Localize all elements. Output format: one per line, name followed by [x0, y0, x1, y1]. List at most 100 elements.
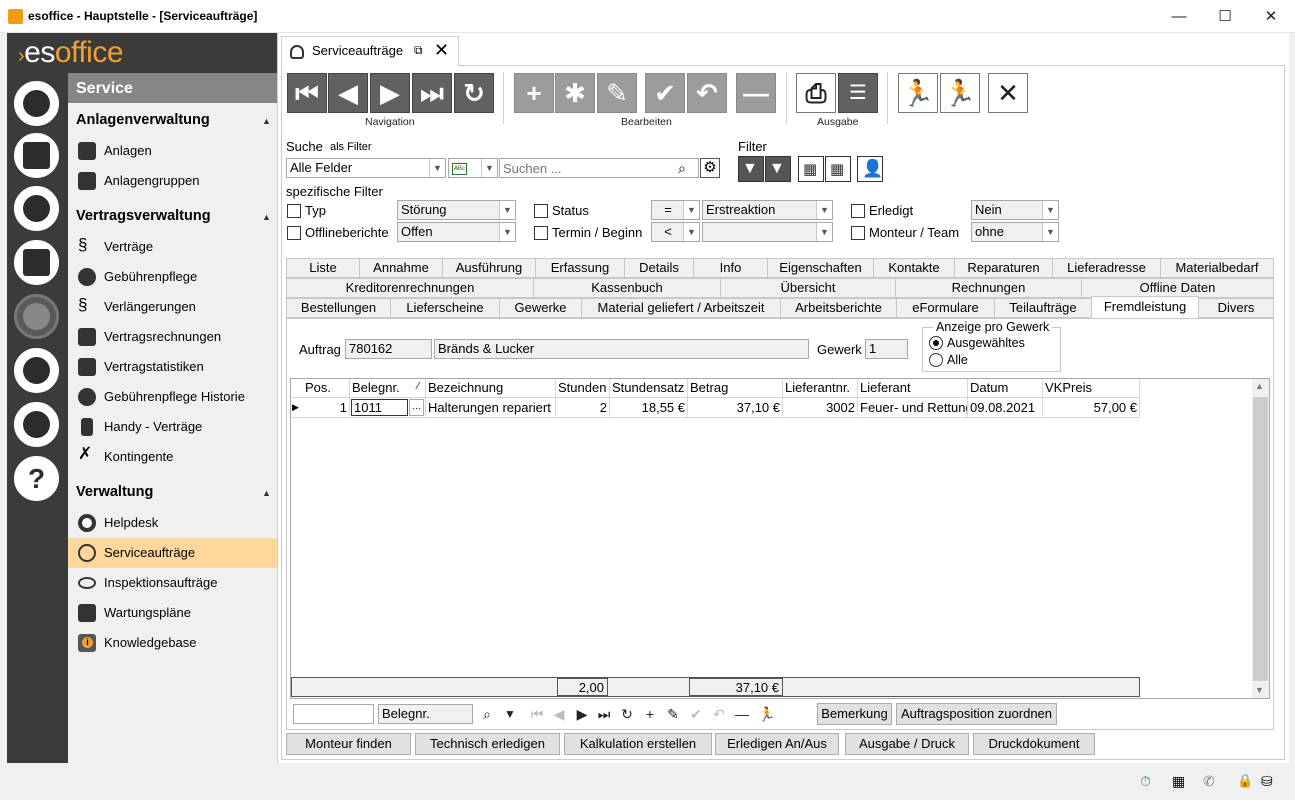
print-button[interactable]: ⎙ — [796, 73, 836, 113]
sidebar-item-vertragstatistiken[interactable]: Vertragstatistiken — [68, 352, 277, 382]
save-button[interactable]: ✔ — [645, 73, 685, 113]
popout-icon[interactable]: ⧉ — [414, 43, 423, 58]
belegnr-editor[interactable]: 1011 — [351, 399, 408, 416]
as-filter-link[interactable]: als Filter — [330, 141, 372, 153]
tab-gewerke[interactable]: Gewerke — [499, 298, 582, 318]
typ-select[interactable]: Störung ▼ — [397, 200, 516, 220]
tab-divers[interactable]: Divers — [1198, 298, 1274, 318]
sidebar-item-vertraege[interactable]: § Verträge — [68, 232, 277, 262]
rail-alarm-icon[interactable] — [14, 186, 59, 231]
cell-stundensatz[interactable]: 18,55 € — [610, 398, 688, 418]
sidebar-item-gebuehrenpflege[interactable]: Gebührenpflege — [68, 262, 277, 292]
col-header-bezeichnung[interactable]: Bezeichnung — [426, 379, 556, 398]
auftragsposition-zuordnen-button[interactable]: Auftragsposition zuordnen — [896, 703, 1057, 725]
grid-undo-icon[interactable]: ↶ — [709, 704, 729, 724]
building-icon[interactable]: ▦ — [1172, 773, 1188, 789]
cancel-button[interactable]: ✕ — [988, 73, 1028, 113]
collapse-caret-icon[interactable]: ▲ — [262, 212, 271, 222]
erledigt-select[interactable]: Nein ▼ — [971, 200, 1059, 220]
add-series-button[interactable]: ✱ — [555, 73, 595, 113]
grid-save-check-icon[interactable]: ✔ — [686, 704, 706, 724]
close-window-button[interactable]: ✕ — [1248, 0, 1294, 33]
status-checkbox[interactable] — [534, 204, 548, 218]
close-tab-icon[interactable]: ✕ — [434, 40, 449, 61]
ausgabe-druck-button[interactable]: Ausgabe / Druck — [845, 733, 969, 755]
grid-prev-icon[interactable]: ◀ — [549, 704, 569, 724]
sidebar-item-anlagen[interactable]: Anlagen — [68, 136, 277, 166]
rail-anlagen-icon[interactable] — [14, 81, 59, 126]
sidebar-item-handy-vertraege[interactable]: Handy - Verträge — [68, 412, 277, 442]
previous-record-button[interactable]: ◀ — [328, 73, 368, 113]
col-header-betrag[interactable]: Betrag — [688, 379, 783, 398]
minimize-button[interactable]: — — [1156, 0, 1202, 33]
tab-lieferadresse[interactable]: Lieferadresse — [1052, 258, 1161, 278]
tab-material-geliefert[interactable]: Material geliefert / Arbeitszeit — [581, 298, 781, 318]
technisch-erledigen-button[interactable]: Technisch erledigen — [415, 733, 560, 755]
grid-last-icon[interactable]: ⏭ — [594, 704, 614, 724]
grid-search-input[interactable] — [293, 704, 374, 724]
tab-rechnungen[interactable]: Rechnungen — [895, 278, 1082, 298]
cell-lieferant[interactable]: Feuer- und Rettungs — [858, 398, 968, 418]
tab-kassenbuch[interactable]: Kassenbuch — [533, 278, 721, 298]
sidebar-item-inspektionsauftraege[interactable]: Inspektionsaufträge — [68, 568, 277, 598]
tab-teilauftraege[interactable]: Teilaufträge — [994, 298, 1092, 318]
grid-search-icon[interactable]: ⌕ — [477, 704, 497, 724]
export-button[interactable]: ☰ — [838, 73, 878, 113]
delete-button[interactable]: — — [736, 73, 776, 113]
add-button[interactable]: + — [514, 73, 554, 113]
termin-date-select[interactable]: ▼ — [702, 222, 833, 242]
rail-planning-icon[interactable] — [14, 133, 59, 178]
next-record-button[interactable]: ▶ — [370, 73, 410, 113]
sidebar-item-anlagengruppen[interactable]: Anlagengruppen — [68, 166, 277, 196]
cell-belegnr[interactable]: 1011… — [350, 398, 426, 418]
termin-operator-select[interactable]: < ▼ — [651, 222, 700, 242]
radio-ausgewaehltes[interactable] — [929, 336, 943, 350]
tab-eigenschaften[interactable]: Eigenschaften — [767, 258, 874, 278]
cell-betrag[interactable]: 37,10 € — [688, 398, 783, 418]
scroll-down-icon[interactable]: ▼ — [1255, 685, 1264, 695]
grid-refresh-icon[interactable]: ↻ — [617, 704, 637, 724]
tab-bestellungen[interactable]: Bestellungen — [286, 298, 391, 318]
last-record-button[interactable]: ⏭ — [412, 73, 452, 113]
tab-info[interactable]: Info — [693, 258, 768, 278]
tab-annahme[interactable]: Annahme — [359, 258, 443, 278]
monteur-finden-button[interactable]: Monteur finden — [286, 733, 411, 755]
lock-icon[interactable]: 🔒 — [1237, 773, 1253, 789]
tab-ausfuehrung[interactable]: Ausführung — [442, 258, 536, 278]
cell-stunden[interactable]: 2 — [556, 398, 610, 418]
search-type-select[interactable]: ᴬᴮᶜ ▼ — [448, 158, 498, 178]
maximize-button[interactable]: ☐ — [1202, 0, 1248, 33]
tab-erfassung[interactable]: Erfassung — [535, 258, 625, 278]
scroll-up-icon[interactable]: ▲ — [1255, 381, 1264, 391]
rail-tools-icon[interactable] — [14, 348, 59, 393]
col-header-vkpreis[interactable]: VKPreis — [1043, 379, 1140, 398]
monteur-select[interactable]: ohne ▼ — [971, 222, 1059, 242]
section-verwaltung[interactable]: Verwaltung — [76, 484, 153, 500]
tab-materialbedarf[interactable]: Materialbedarf — [1160, 258, 1274, 278]
sidebar-item-vertragsrechnungen[interactable]: Vertragsrechnungen — [68, 322, 277, 352]
col-header-lieferantnr[interactable]: Lieferantnr. — [783, 379, 858, 398]
grid-delete-minus-icon[interactable]: — — [732, 704, 752, 724]
sidebar-item-verlaengerungen[interactable]: § Verlängerungen — [68, 292, 277, 322]
grid-scroll-thumb[interactable] — [1253, 397, 1268, 681]
tab-reparaturen[interactable]: Reparaturen — [954, 258, 1053, 278]
rail-service-headset-icon[interactable] — [14, 294, 59, 339]
erledigt-checkbox[interactable] — [851, 204, 865, 218]
search-icon[interactable]: ⌕ — [678, 160, 686, 177]
grid-first-icon[interactable]: ⏮ — [527, 704, 547, 724]
col-header-belegnr[interactable]: Belegnr. ⁄ — [350, 379, 426, 398]
tab-arbeitsberichte[interactable]: Arbeitsberichte — [780, 298, 897, 318]
erledigen-an-aus-button[interactable]: Erledigen An/Aus — [715, 733, 839, 755]
search-settings-gear-icon[interactable]: ⚙ — [700, 158, 720, 178]
search-input[interactable] — [499, 158, 699, 178]
cell-pos[interactable]: 1 — [303, 398, 350, 418]
rail-finance-icon[interactable] — [14, 240, 59, 285]
tab-lieferscheine[interactable]: Lieferscheine — [390, 298, 500, 318]
undo-button[interactable]: ↶ — [687, 73, 727, 113]
bemerkung-button[interactable]: Bemerkung — [817, 703, 892, 725]
filter-grid-button[interactable]: ▦ — [798, 156, 824, 182]
druckdokument-button[interactable]: Druckdokument — [973, 733, 1095, 755]
offline-select[interactable]: Offen ▼ — [397, 222, 516, 242]
status-operator-select[interactable]: = ▼ — [651, 200, 700, 220]
sidebar-item-knowledgebase[interactable]: i Knowledgebase — [68, 628, 277, 658]
